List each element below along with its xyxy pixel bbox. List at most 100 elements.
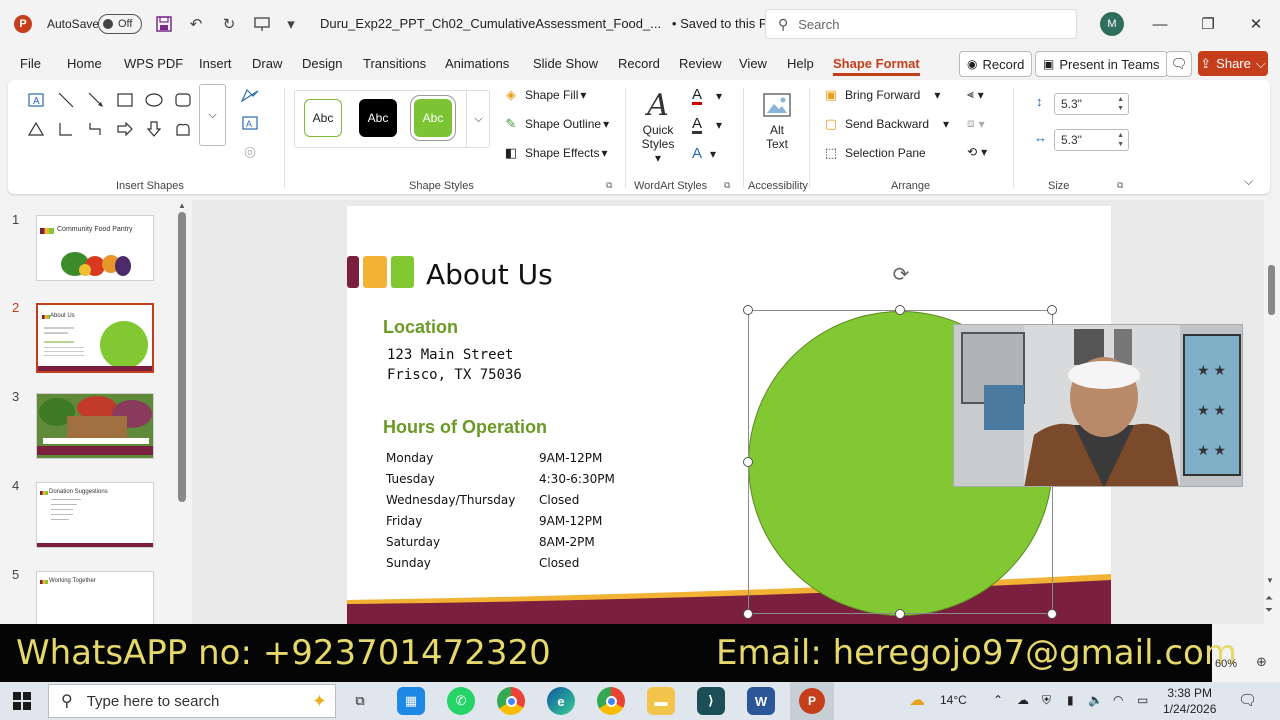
- weather-icon[interactable]: ☁: [909, 690, 925, 710]
- canvas-scrollbar[interactable]: [1268, 265, 1275, 315]
- resize-handle[interactable]: [895, 305, 905, 315]
- user-avatar[interactable]: M: [1100, 12, 1124, 36]
- save-icon[interactable]: [153, 13, 175, 35]
- tab-animations[interactable]: Animations: [445, 56, 509, 71]
- spinner-icon[interactable]: ▲ ▼: [1117, 95, 1124, 113]
- hours-day[interactable]: Monday: [386, 451, 433, 465]
- tab-slide-show[interactable]: Slide Show: [533, 56, 598, 71]
- hours-heading[interactable]: Hours of Operation: [383, 417, 547, 438]
- file-explorer-icon[interactable]: ▬: [647, 687, 675, 715]
- address-line-2[interactable]: Frisco, TX 75036: [387, 367, 522, 383]
- clock[interactable]: 3:38 PM 1/24/2026: [1163, 685, 1216, 717]
- style-tile-green[interactable]: Abc: [410, 95, 456, 141]
- rectangle-shape-icon[interactable]: [115, 90, 135, 110]
- notifications-icon[interactable]: 🗨: [1238, 691, 1257, 709]
- arrow-line-icon[interactable]: [86, 90, 106, 110]
- tab-record[interactable]: Record: [618, 56, 660, 71]
- tab-draw[interactable]: Draw: [252, 56, 282, 71]
- tab-shape-format[interactable]: Shape Format: [833, 56, 920, 76]
- volume-icon[interactable]: 🔈: [1088, 693, 1103, 707]
- triangle-shape-icon[interactable]: [26, 119, 46, 139]
- slide-thumbnail-3[interactable]: [36, 393, 154, 459]
- shape-height-input[interactable]: 5.3" ▲ ▼: [1054, 93, 1129, 115]
- align-button[interactable]: ⫷ ▾: [967, 87, 984, 102]
- quick-styles-button[interactable]: A Quick Styles ▾: [638, 88, 678, 165]
- resize-handle[interactable]: [743, 457, 753, 467]
- word-icon[interactable]: W: [747, 687, 775, 715]
- draw-text-box-icon[interactable]: A: [240, 113, 260, 133]
- windows-start-icon[interactable]: [13, 692, 31, 710]
- tab-file[interactable]: File: [20, 56, 41, 71]
- hours-day[interactable]: Tuesday: [386, 472, 435, 486]
- resize-handle[interactable]: [895, 609, 905, 619]
- wifi-icon[interactable]: ◠: [1113, 693, 1123, 707]
- present-in-teams-button[interactable]: ▣ Present in Teams: [1035, 51, 1168, 77]
- oval-shape-icon[interactable]: [144, 90, 164, 110]
- zoom-level[interactable]: 60%: [1215, 658, 1237, 670]
- scroll-up-icon[interactable]: ▲: [178, 201, 186, 210]
- merge-shapes-icon[interactable]: ◎: [240, 141, 260, 161]
- slide-thumbnail-5[interactable]: Working Together: [36, 571, 154, 624]
- edit-shape-icon[interactable]: [240, 85, 260, 105]
- onedrive-icon[interactable]: ☁: [1017, 693, 1029, 707]
- right-arrow-shape-icon[interactable]: [115, 119, 135, 139]
- tab-wps-pdf[interactable]: WPS PDF: [124, 56, 183, 71]
- tab-transitions[interactable]: Transitions: [363, 56, 426, 71]
- hours-day[interactable]: Sunday: [386, 556, 431, 570]
- resize-handle[interactable]: [743, 305, 753, 315]
- tab-review[interactable]: Review: [679, 56, 722, 71]
- more-styles-button[interactable]: ⌵: [466, 90, 490, 148]
- show-hidden-icons-icon[interactable]: ⌃: [993, 693, 1003, 707]
- resize-handle[interactable]: [743, 609, 753, 619]
- text-box-icon[interactable]: A: [26, 90, 46, 110]
- chrome-icon[interactable]: [497, 687, 525, 715]
- rotate-button[interactable]: ⟲ ▾: [967, 145, 987, 159]
- text-effects-button[interactable]: A ▾: [692, 145, 716, 162]
- rounded-rectangle-icon[interactable]: [173, 90, 193, 110]
- slide-thumbnail-2[interactable]: About Us: [36, 303, 154, 373]
- elbow-arrow-icon[interactable]: [86, 119, 106, 139]
- minimize-icon[interactable]: —: [1148, 12, 1172, 36]
- shape-effects-button[interactable]: ◧ Shape Effects ▾: [502, 145, 608, 161]
- rotate-handle-icon[interactable]: ⟳: [890, 264, 912, 286]
- dialog-launcher-icon[interactable]: ⧉: [606, 180, 612, 191]
- hours-time[interactable]: 8AM-2PM: [539, 535, 595, 549]
- hours-time[interactable]: Closed: [539, 493, 579, 507]
- page-nav-icon[interactable]: ⏶ ⏷: [1265, 593, 1273, 617]
- autosave-toggle[interactable]: Off: [98, 14, 142, 34]
- tab-view[interactable]: View: [739, 56, 767, 71]
- microsoft-store-icon[interactable]: ▦: [397, 687, 425, 715]
- alt-text-button[interactable]: Alt Text: [755, 90, 799, 151]
- slide-title[interactable]: About Us: [426, 258, 553, 291]
- thumbnail-scrollbar[interactable]: [178, 212, 186, 502]
- hours-time[interactable]: Closed: [539, 556, 579, 570]
- selection-pane-button[interactable]: ⬚ Selection Pane: [822, 145, 926, 161]
- code-editor-icon[interactable]: ⟩: [697, 687, 725, 715]
- more-shapes-button[interactable]: ⌵: [199, 84, 226, 146]
- hours-day[interactable]: Wednesday/Thursday: [386, 493, 515, 507]
- edge-icon[interactable]: e: [547, 687, 575, 715]
- shape-outline-button[interactable]: ✎ Shape Outline ▾: [502, 116, 610, 132]
- bring-forward-button[interactable]: ▣ Bring Forward ▾: [822, 87, 941, 103]
- hours-time[interactable]: 9AM-12PM: [539, 451, 602, 465]
- down-arrow-shape-icon[interactable]: [144, 119, 164, 139]
- dialog-launcher-icon[interactable]: ⧉: [724, 180, 730, 191]
- search-box[interactable]: ⚲ Search: [765, 9, 1077, 39]
- chrome-profile-icon[interactable]: [597, 687, 625, 715]
- text-fill-button[interactable]: A ▾: [692, 87, 722, 105]
- text-outline-button[interactable]: A ▾: [692, 116, 722, 134]
- style-tile-black[interactable]: Abc: [359, 99, 397, 137]
- task-view-icon[interactable]: ⧉: [346, 687, 374, 715]
- shape-fill-button[interactable]: ◈ Shape Fill ▾: [502, 87, 586, 103]
- hours-time[interactable]: 4:30-6:30PM: [539, 472, 615, 486]
- hours-day[interactable]: Friday: [386, 514, 422, 528]
- redo-icon[interactable]: ↻: [218, 13, 240, 35]
- comments-icon[interactable]: 🗨: [1166, 51, 1192, 77]
- slide-thumbnail-1[interactable]: Community Food Pantry: [36, 215, 154, 281]
- hours-day[interactable]: Saturday: [386, 535, 440, 549]
- location-heading[interactable]: Location: [383, 317, 458, 338]
- shape-width-input[interactable]: 5.3" ▲ ▼: [1054, 129, 1129, 151]
- elbow-connector-icon[interactable]: [56, 119, 76, 139]
- dialog-launcher-icon[interactable]: ⧉: [1117, 180, 1123, 191]
- resize-handle[interactable]: [1047, 305, 1057, 315]
